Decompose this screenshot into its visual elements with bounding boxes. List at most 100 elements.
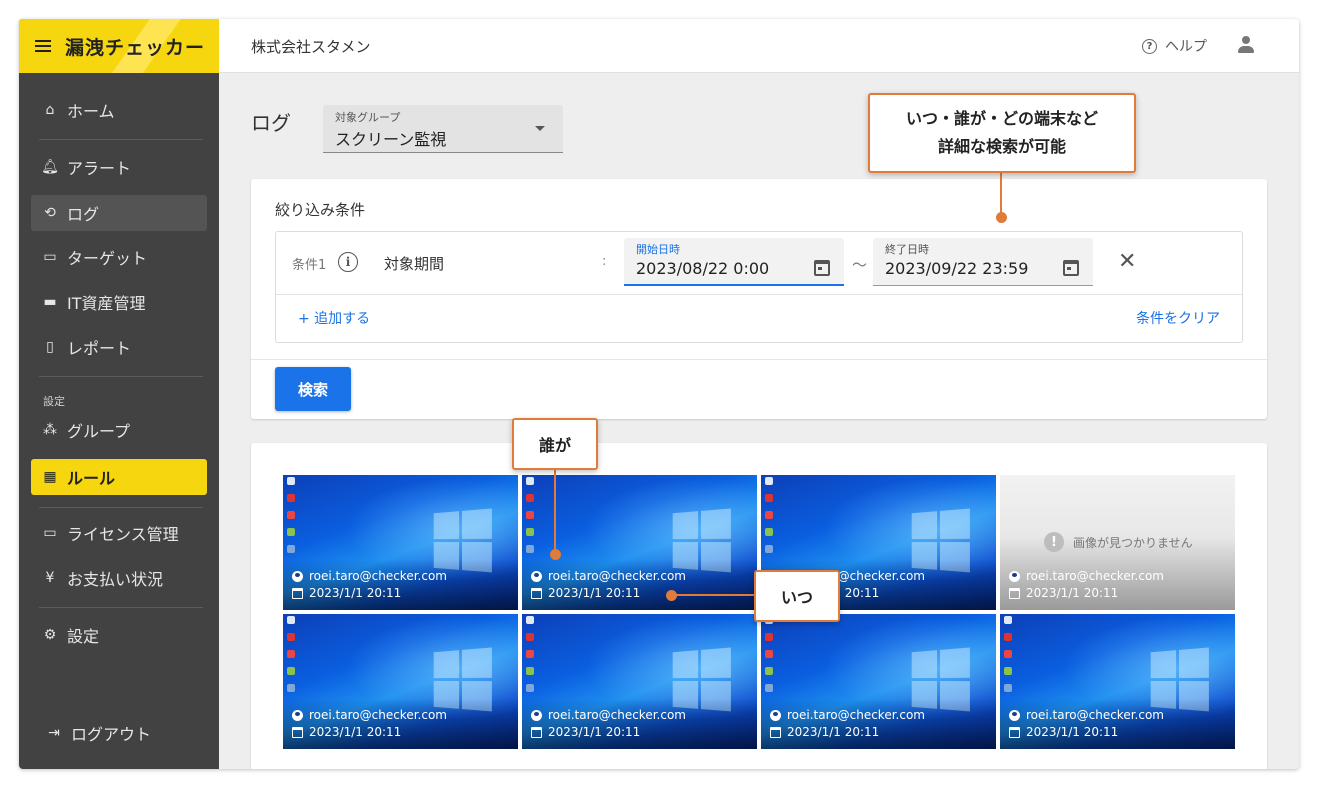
sidebar-item-settings[interactable]: ⚙ 設定 xyxy=(31,617,207,653)
thumbnail-user: roei.taro@checker.com xyxy=(548,569,686,583)
calendar-icon[interactable] xyxy=(1063,260,1079,276)
calendar-icon xyxy=(292,727,303,738)
screenshot-thumbnail[interactable]: roei.taro@checker.com 2023/1/1 20:11 xyxy=(283,475,518,610)
thumbnail-time: 2023/1/1 20:11 xyxy=(787,725,880,739)
sidebar-item-alert[interactable]: 🔔︎ アラート xyxy=(31,149,207,185)
condition-separator: : xyxy=(602,254,607,269)
desktop-icons xyxy=(765,616,777,701)
callout-leader-line xyxy=(672,594,754,596)
add-condition-link[interactable]: + 追加する xyxy=(298,308,370,328)
sidebar-item-payment[interactable]: ¥ お支払い状況 xyxy=(31,560,207,596)
sidebar-item-label: IT資産管理 xyxy=(67,294,146,313)
calendar-icon xyxy=(1009,588,1020,599)
sidebar-item-label: 設定 xyxy=(67,627,100,646)
sidebar-item-label: アラート xyxy=(67,159,132,178)
nav-divider xyxy=(39,139,203,140)
screenshot-thumbnail[interactable]: roei.taro@checker.com 2023/1/1 20:11 xyxy=(522,475,757,610)
screenshot-thumbnail[interactable]: roei.taro@checker.com 2023/1/1 20:11 xyxy=(1000,614,1235,749)
end-datetime-label: 終了日時 xyxy=(885,243,929,256)
user-icon xyxy=(1009,571,1020,582)
bell-alert-icon: 🔔︎ xyxy=(41,159,59,175)
sidebar-item-home[interactable]: ⌂ ホーム xyxy=(31,92,207,128)
thumbnail-time: 2023/1/1 20:11 xyxy=(548,725,641,739)
user-icon xyxy=(1009,710,1020,721)
calendar-icon xyxy=(770,727,781,738)
condition-row: 条件1 i 対象期間 : 開始日時 2023/08/22 0:00 ～ 終了日時… xyxy=(275,231,1243,343)
thumbnail-time: 2023/1/1 20:11 xyxy=(548,586,641,600)
sidebar-item-report[interactable]: ▯ レポート xyxy=(31,329,207,365)
sidebar-item-label: ライセンス管理 xyxy=(67,525,179,544)
end-datetime-value: 2023/09/22 23:59 xyxy=(885,259,1029,278)
desktop-icons xyxy=(526,616,538,701)
end-datetime-field[interactable]: 終了日時 2023/09/22 23:59 xyxy=(873,238,1093,286)
clear-conditions-link[interactable]: 条件をクリア xyxy=(1136,308,1220,328)
remove-condition-icon[interactable]: ✕ xyxy=(1118,249,1136,274)
group-select[interactable]: 対象グループ スクリーン監視 xyxy=(323,105,563,153)
group-select-value: スクリーン監視 xyxy=(335,130,447,149)
calendar-icon[interactable] xyxy=(814,260,830,276)
screenshot-thumbnail[interactable]: roei.taro@checker.com 2023/1/1 20:11 xyxy=(522,614,757,749)
thumbnail-user: roei.taro@checker.com xyxy=(309,569,447,583)
history-icon: ⟲ xyxy=(44,205,56,221)
range-tilde: ～ xyxy=(852,256,868,274)
thumbnail-user: roei.taro@checker.com xyxy=(309,708,447,722)
calendar-icon xyxy=(292,588,303,599)
calendar-icon xyxy=(531,727,542,738)
sidebar-item-label: ルール xyxy=(67,469,116,488)
sidebar-item-license[interactable]: ▭ ライセンス管理 xyxy=(31,515,207,551)
group-icon: ⁂ xyxy=(43,422,57,438)
condition-name: 対象期間 xyxy=(384,255,445,273)
search-button[interactable]: 検索 xyxy=(275,367,351,411)
menu-icon[interactable] xyxy=(35,40,51,52)
sidebar-item-label: グループ xyxy=(67,422,131,441)
alert-icon: ! xyxy=(1044,532,1064,552)
logout-icon: ⇥ xyxy=(48,725,60,741)
license-icon: ▭ xyxy=(43,525,57,541)
info-icon[interactable]: i xyxy=(338,252,358,272)
brand-header: 漏洩チェッカー xyxy=(19,19,219,73)
start-datetime-field[interactable]: 開始日時 2023/08/22 0:00 xyxy=(624,238,844,286)
callout-when: いつ xyxy=(754,570,840,622)
settings-section-label: 設定 xyxy=(43,395,65,408)
desktop-icons xyxy=(765,477,777,562)
sidebar-item-it-assets[interactable]: ▬ IT資産管理 xyxy=(31,284,207,320)
callout-anchor-dot xyxy=(666,590,677,601)
thumbnail-user: roei.taro@checker.com xyxy=(548,708,686,722)
account-icon[interactable] xyxy=(1237,36,1255,56)
start-datetime-value: 2023/08/22 0:00 xyxy=(636,259,770,278)
company-name: 株式会社スタメン xyxy=(251,38,371,56)
desktop-icons xyxy=(526,477,538,562)
screenshot-thumbnail[interactable]: roei.taro@checker.com 2023/1/1 20:11 xyxy=(283,614,518,749)
sidebar-item-label: ログ xyxy=(67,205,100,224)
logout-button[interactable]: ⇥ ログアウト xyxy=(35,715,211,751)
callout-search-detail: いつ・誰が・どの端末など 詳細な検索が可能 xyxy=(868,93,1136,173)
filter-title: 絞り込み条件 xyxy=(275,201,366,219)
sidebar-item-label: お支払い状況 xyxy=(67,570,164,589)
sidebar-item-target[interactable]: ▭ ターゲット xyxy=(31,239,207,275)
sidebar-item-label: ホーム xyxy=(67,102,115,121)
help-label: ヘルプ xyxy=(1165,39,1207,55)
user-icon xyxy=(531,710,542,721)
screenshot-thumbnail[interactable]: roei.taro@checker.com 2023/1/1 20:11 xyxy=(761,614,996,749)
help-icon: ? xyxy=(1142,38,1157,54)
thumbnail-time: 2023/1/1 20:11 xyxy=(309,586,402,600)
sidebar-item-label: ターゲット xyxy=(67,249,148,268)
laptop-icon: ▬ xyxy=(43,294,57,310)
yen-icon: ¥ xyxy=(45,570,55,586)
nav-divider xyxy=(39,607,203,608)
sidebar: 漏洩チェッカー ⌂ ホーム 🔔︎ アラート ⟲ ログ ▭ ターゲット ▬ IT資… xyxy=(19,19,219,769)
user-icon xyxy=(292,710,303,721)
filter-card: 絞り込み条件 条件1 i 対象期間 : 開始日時 2023/08/22 0:00… xyxy=(251,179,1267,419)
sidebar-item-log[interactable]: ⟲ ログ xyxy=(31,195,207,231)
screenshot-thumbnail-missing[interactable]: ! 画像が見つかりません roei.taro@checker.com 2023/… xyxy=(1000,475,1235,610)
sidebar-item-group[interactable]: ⁂ グループ xyxy=(31,412,207,448)
nav-divider xyxy=(39,507,203,508)
gear-icon: ⚙ xyxy=(43,627,57,643)
computer-desk-icon: ▭ xyxy=(43,249,57,265)
sidebar-item-rule[interactable]: ▦ ルール xyxy=(31,459,207,495)
chevron-down-icon xyxy=(535,126,545,131)
condition-label: 条件1 xyxy=(292,258,327,273)
help-button[interactable]: ? ヘルプ xyxy=(1142,36,1207,56)
user-icon xyxy=(531,571,542,582)
group-select-label: 対象グループ xyxy=(335,111,401,124)
